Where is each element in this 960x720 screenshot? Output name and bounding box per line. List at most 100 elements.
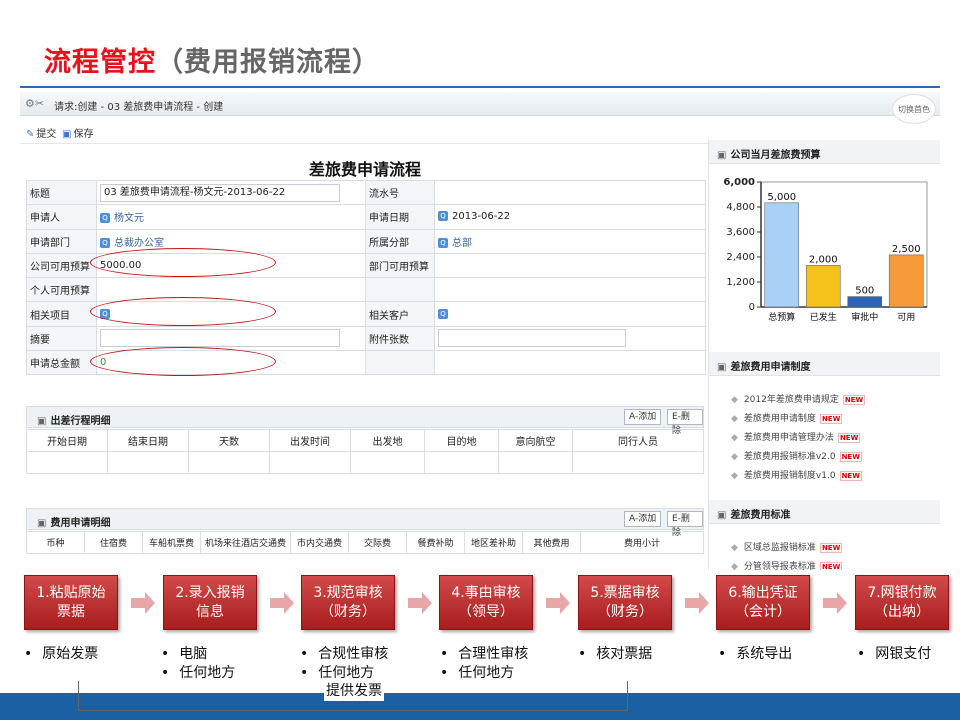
apply-date-value: 2013-06-22 <box>452 211 511 223</box>
label-total: 申请总金额 <box>26 350 97 376</box>
box-icon: ▣ <box>37 416 47 427</box>
label-summary: 摘要 <box>26 325 97 352</box>
policy-link[interactable]: ◆ 差旅费用申请制度 NEW <box>731 411 843 424</box>
serial-value <box>434 179 706 206</box>
column-header: 其他费用 <box>522 531 581 554</box>
flow-step-6: 6.输出凭证 （会计） <box>716 575 810 630</box>
highlight-oval <box>90 248 276 277</box>
new-badge: NEW <box>839 471 862 481</box>
form-row-applicant: 申请人 Q 杨文元 申请日期 Q 2013-06-22 <box>26 204 706 230</box>
window-title: 请求:创建 - 03 差旅费申请流程 - 创建 <box>54 102 224 113</box>
extra-note: 提供发票 <box>324 682 384 701</box>
y-tick-label: 3,600 <box>726 227 755 238</box>
bar-value-label: 5,000 <box>767 192 796 203</box>
y-tick-label: 4,800 <box>726 202 755 213</box>
attachments-input[interactable] <box>438 329 626 348</box>
gear-icon[interactable]: ⚙✂ <box>25 97 44 110</box>
browse-icon[interactable]: Q <box>100 237 110 248</box>
browse-icon[interactable]: Q <box>438 237 448 248</box>
step-bullets-7: 网银支付 <box>857 645 931 664</box>
expense-section-header: ▣ 费用申请明细 A-添加 E-删除 <box>26 508 704 538</box>
expense-table: 币种 住宿费 车船机票费 机场来往酒店交通费 市内交通费 交际费 餐费补助 地区… <box>26 531 704 554</box>
label-customer: 相关客户 <box>365 301 435 327</box>
highlight-oval <box>90 347 276 376</box>
column-header: 意向航空 <box>498 429 573 452</box>
dept-budget-value <box>434 252 706 279</box>
box-icon: ▣ <box>717 362 727 373</box>
window-titlebar: ⚙✂ 请求:创建 - 03 差旅费申请流程 - 创建 切换首色 <box>20 92 940 124</box>
new-badge: NEW <box>819 414 843 424</box>
y-tick-label: 1,200 <box>726 277 755 288</box>
empty-value <box>434 277 706 303</box>
browse-icon[interactable]: Q <box>100 213 110 224</box>
column-header: 市内交通费 <box>290 531 349 554</box>
table-row[interactable] <box>26 451 704 474</box>
label-branch: 所属分部 <box>365 228 435 254</box>
switch-theme-button[interactable]: 切换首色 <box>892 94 936 124</box>
applicant-link[interactable]: 杨文元 <box>114 213 144 224</box>
column-header: 交际费 <box>348 531 407 554</box>
box-icon: ▣ <box>37 518 47 529</box>
new-badge: NEW <box>839 452 862 462</box>
column-header: 出发地 <box>350 429 425 452</box>
label-personal-budget: 个人可用预算 <box>26 277 97 303</box>
bar-value-label: 500 <box>855 286 874 297</box>
trip-table: 开始日期 结束日期 天数 出发时间 出发地 目的地 意向航空 同行人员 <box>26 429 704 474</box>
label-attachments: 附件张数 <box>365 325 435 352</box>
flow-step-3: 3.规范审核 （财务） <box>301 575 395 630</box>
browse-icon[interactable]: Q <box>438 308 448 319</box>
column-header: 目的地 <box>424 429 499 452</box>
label-dept-budget: 部门可用预算 <box>365 252 435 279</box>
standard-link[interactable]: ◆ 区域总监报销标准 NEW <box>731 540 843 553</box>
table-header: 币种 住宿费 车船机票费 机场来往酒店交通费 市内交通费 交际费 餐费补助 地区… <box>26 531 704 554</box>
policy-link[interactable]: ◆ 差旅费用报销标准v2.0 NEW <box>731 449 862 462</box>
title-input[interactable]: 03 差旅费申请流程-杨文元-2013-06-22 <box>100 183 340 202</box>
column-header: 费用小计 <box>580 531 704 554</box>
new-badge: NEW <box>842 395 866 405</box>
trip-section-header: ▣ 出差行程明细 A-添加 E-删除 <box>26 406 704 436</box>
expense-add-button[interactable]: A-添加 <box>624 511 662 527</box>
branch-link[interactable]: 总部 <box>452 238 472 249</box>
empty-label <box>365 277 435 303</box>
expense-delete-button[interactable]: E-删除 <box>667 511 703 538</box>
column-header: 机场来往酒店交通费 <box>200 531 291 554</box>
policy-link[interactable]: ◆ 2012年差旅费申请规定 NEW <box>731 392 866 405</box>
x-category-label: 审批中 <box>851 311 878 323</box>
box-icon: ▣ <box>717 510 727 521</box>
highlight-oval <box>90 297 276 326</box>
x-category-label: 总预算 <box>768 311 795 323</box>
policy-link[interactable]: ◆ 差旅费用申请管理办法 NEW <box>731 430 861 443</box>
bar <box>764 202 800 308</box>
label-apply-date: 申请日期 <box>365 204 435 230</box>
standard-link[interactable]: ◆ 分管领导报表标准 NEW <box>731 559 843 570</box>
column-header: 车船机票费 <box>142 531 201 554</box>
calendar-icon[interactable]: Q <box>438 211 448 222</box>
label-title: 标题 <box>26 179 97 206</box>
flow-step-7: 7.网银付款 （出纳） <box>855 575 949 630</box>
label-serial: 流水号 <box>365 179 435 206</box>
column-header: 餐费补助 <box>406 531 465 554</box>
column-header: 出发时间 <box>269 429 351 452</box>
new-badge: NEW <box>837 433 861 443</box>
flow-step-2: 2.录入报销 信息 <box>163 575 257 630</box>
bar <box>847 296 883 308</box>
y-tick-label: 2,400 <box>726 252 755 263</box>
new-badge: NEW <box>819 562 843 570</box>
summary-input[interactable] <box>100 329 340 348</box>
step-bullets-6: 系统导出 <box>718 645 792 664</box>
submit-button[interactable]: ✎ 提交 <box>26 125 56 140</box>
policy-link[interactable]: ◆ 差旅费用报销制度v1.0 NEW <box>731 468 862 481</box>
bar-value-label: 2,000 <box>809 254 838 265</box>
department-link[interactable]: 总裁办公室 <box>114 238 164 249</box>
bar-value-label: 2,500 <box>892 244 921 255</box>
save-button[interactable]: ▣ 保存 <box>62 125 93 140</box>
trip-delete-button[interactable]: E-删除 <box>667 409 703 436</box>
empty-value <box>434 350 706 376</box>
x-category-label: 可用 <box>897 312 915 323</box>
column-header: 同行人员 <box>572 429 704 452</box>
column-header: 结束日期 <box>107 429 189 452</box>
flow-step-1: 1.粘贴原始 票据 <box>24 575 118 630</box>
trip-add-button[interactable]: A-添加 <box>624 409 662 425</box>
label-company-budget: 公司可用预算 <box>26 252 97 279</box>
budget-bar-chart: 6,000 4,800 3,600 2,400 1,200 0 5,000 总预算 2,000 已… <box>723 177 928 323</box>
